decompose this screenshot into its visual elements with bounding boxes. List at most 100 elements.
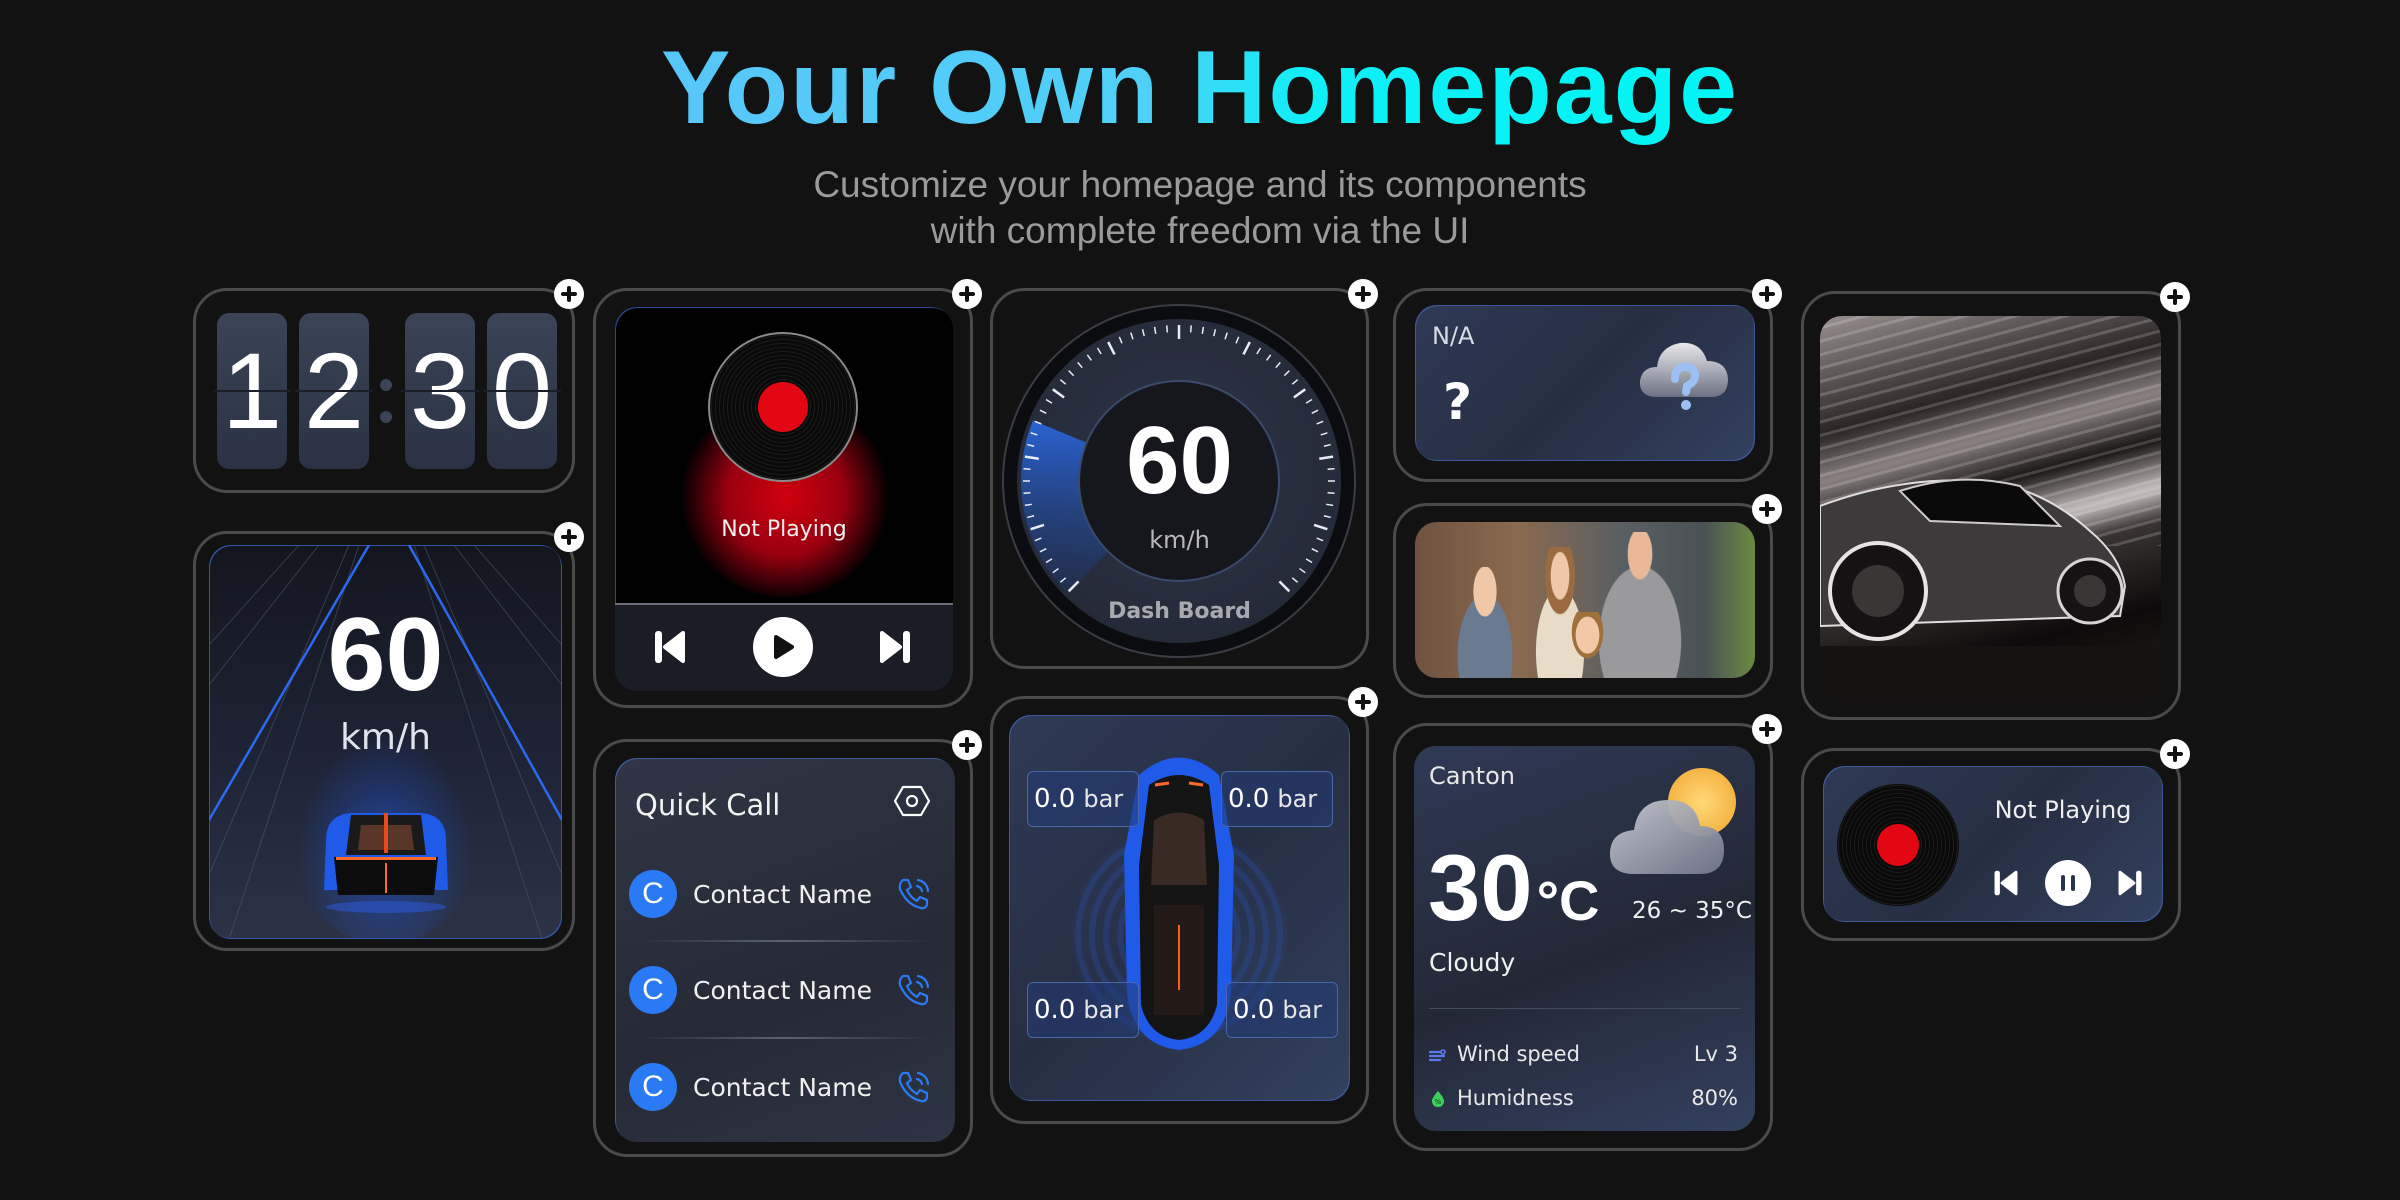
add-widget-plus-icon[interactable] (952, 279, 982, 309)
page-subtitle: Customize your homepage and its componen… (813, 164, 1587, 251)
sports-car-shape (1820, 478, 2161, 701)
tire-pressure-widget[interactable]: 0.0 bar 0.0 bar 0.0 bar 0.0 bar (990, 687, 1378, 1124)
weather-temperature: 30 °C (1428, 835, 1600, 940)
weather-unavailable-card: N/A ? (1415, 305, 1755, 461)
speed-unit: km/h (340, 717, 431, 758)
next-track-button[interactable] (2115, 866, 2145, 900)
speed-road-card: 60 km/h (209, 545, 562, 939)
wind-icon (1429, 1049, 1446, 1062)
weather-location: N/A (1432, 322, 1475, 350)
quick-call-card: Quick Call C Contact Name C Contact Name… (615, 758, 955, 1142)
tire-rear-left: 0.0 bar (1027, 982, 1139, 1038)
quick-call-widget[interactable]: Quick Call C Contact Name C Contact Name… (593, 730, 982, 1157)
phone-call-icon[interactable] (895, 971, 933, 1009)
gauge-tick (1166, 325, 1169, 333)
contact-avatar: C (629, 870, 677, 918)
tire-rear-right: 0.0 bar (1226, 982, 1338, 1038)
car-rear-image (324, 813, 448, 913)
weather-city: Canton (1429, 762, 1515, 790)
weather-temp-range: 26 ~ 35°C (1632, 898, 1752, 924)
quick-call-settings-button[interactable] (893, 784, 933, 820)
previous-track-button[interactable] (1991, 866, 2021, 900)
contact-name: Contact Name (693, 879, 872, 909)
tire-front-right: 0.0 bar (1221, 771, 1333, 827)
hexagon-settings-icon (893, 785, 931, 817)
contact-row[interactable]: C Contact Name (629, 846, 941, 942)
add-widget-plus-icon[interactable] (1752, 714, 1782, 744)
weather-divider (1429, 1008, 1740, 1009)
add-widget-plus-icon[interactable] (554, 279, 584, 309)
speed-widget[interactable]: 60 km/h (193, 522, 584, 951)
mini-player-widget[interactable]: Not Playing (1801, 739, 2190, 941)
pause-button[interactable] (2045, 860, 2091, 906)
add-widget-plus-icon[interactable] (2160, 739, 2190, 769)
add-widget-plus-icon[interactable] (1348, 687, 1378, 717)
add-widget-plus-icon[interactable] (1752, 279, 1782, 309)
add-widget-plus-icon[interactable] (952, 730, 982, 760)
weather-temperature: ? (1443, 373, 1473, 431)
clock-digit-hour-tens: 1 (213, 313, 291, 469)
weather-unavailable-widget[interactable]: N/A ? (1393, 279, 1782, 482)
clock-digit-minute-tens: 3 (401, 313, 479, 469)
clock-colon-dot (380, 411, 392, 423)
wind-speed-label: Wind speed (1457, 1042, 1580, 1066)
photo-widget[interactable] (1393, 494, 1782, 698)
music-status: Not Playing (721, 517, 847, 542)
wind-speed-value: Lv 3 (1693, 1042, 1738, 1066)
mini-player-status: Not Playing (1994, 796, 2132, 824)
quick-call-title: Quick Call (635, 788, 781, 822)
humidity-value: 80% (1691, 1086, 1738, 1110)
skip-next-icon (2118, 870, 2142, 896)
cloud-question-icon (1639, 342, 1728, 410)
add-widget-plus-icon[interactable] (2160, 282, 2190, 312)
play-button[interactable] (753, 617, 813, 677)
humidity-label: Humidness (1457, 1086, 1574, 1110)
gauge-speed-value: 60 (1126, 407, 1233, 514)
humidity-drop-icon: % (1431, 1091, 1445, 1107)
contact-row[interactable]: C Contact Name (629, 1039, 941, 1135)
car-wallpaper-widget[interactable] (1801, 282, 2190, 720)
music-player-widget[interactable]: Not Playing (593, 279, 982, 708)
clock-widget[interactable]: 1 2 3 0 (193, 279, 584, 493)
contact-avatar: C (629, 966, 677, 1014)
tire-pressure-card: 0.0 bar 0.0 bar 0.0 bar 0.0 bar (1009, 715, 1350, 1101)
contact-row[interactable]: C Contact Name (629, 942, 941, 1038)
family-photo-image (1415, 522, 1755, 678)
gauge-label: Dash Board (1108, 599, 1251, 624)
vinyl-record-icon (1837, 784, 1959, 906)
svg-text:%: % (1435, 1098, 1442, 1106)
gauge-speed-unit: km/h (1149, 526, 1210, 554)
dashboard-widget[interactable]: 60 km/h Dash Board (990, 279, 1378, 669)
next-track-button[interactable] (875, 627, 915, 667)
play-icon (774, 635, 794, 659)
previous-track-button[interactable] (650, 627, 690, 667)
skip-next-icon (880, 631, 910, 663)
weather-condition: Cloudy (1429, 948, 1516, 977)
phone-call-icon[interactable] (895, 875, 933, 913)
pause-icon (2061, 875, 2075, 891)
contact-avatar: C (629, 1063, 677, 1111)
page-title: Your Own Homepage (661, 30, 1739, 146)
weather-card: Canton 30 °C 26 ~ 35°C Cloudy Wind speed… (1414, 746, 1755, 1131)
add-widget-plus-icon[interactable] (1752, 494, 1782, 524)
clock-colon-dot (380, 379, 392, 391)
music-player-card: Not Playing (615, 307, 953, 691)
gauge-tick (1189, 325, 1192, 333)
mini-player-card: Not Playing (1823, 766, 2163, 922)
vinyl-record-icon (708, 332, 858, 482)
contact-name: Contact Name (693, 975, 872, 1005)
weather-widget[interactable]: Canton 30 °C 26 ~ 35°C Cloudy Wind speed… (1393, 714, 1782, 1151)
add-widget-plus-icon[interactable] (554, 522, 584, 552)
photo-person-boy (1445, 567, 1525, 678)
photo-person-girl (1560, 612, 1615, 678)
phone-call-icon[interactable] (895, 1068, 933, 1106)
add-widget-plus-icon[interactable] (1348, 279, 1378, 309)
skip-previous-icon (655, 631, 685, 663)
skip-previous-icon (1994, 870, 2018, 896)
clock-digit-minute-ones: 0 (483, 313, 561, 469)
sports-car-image (1820, 316, 2161, 701)
speed-value: 60 (327, 597, 444, 713)
tire-front-left: 0.0 bar (1027, 771, 1139, 827)
clock-digit-hour-ones: 2 (295, 313, 373, 469)
contact-name: Contact Name (693, 1072, 872, 1102)
